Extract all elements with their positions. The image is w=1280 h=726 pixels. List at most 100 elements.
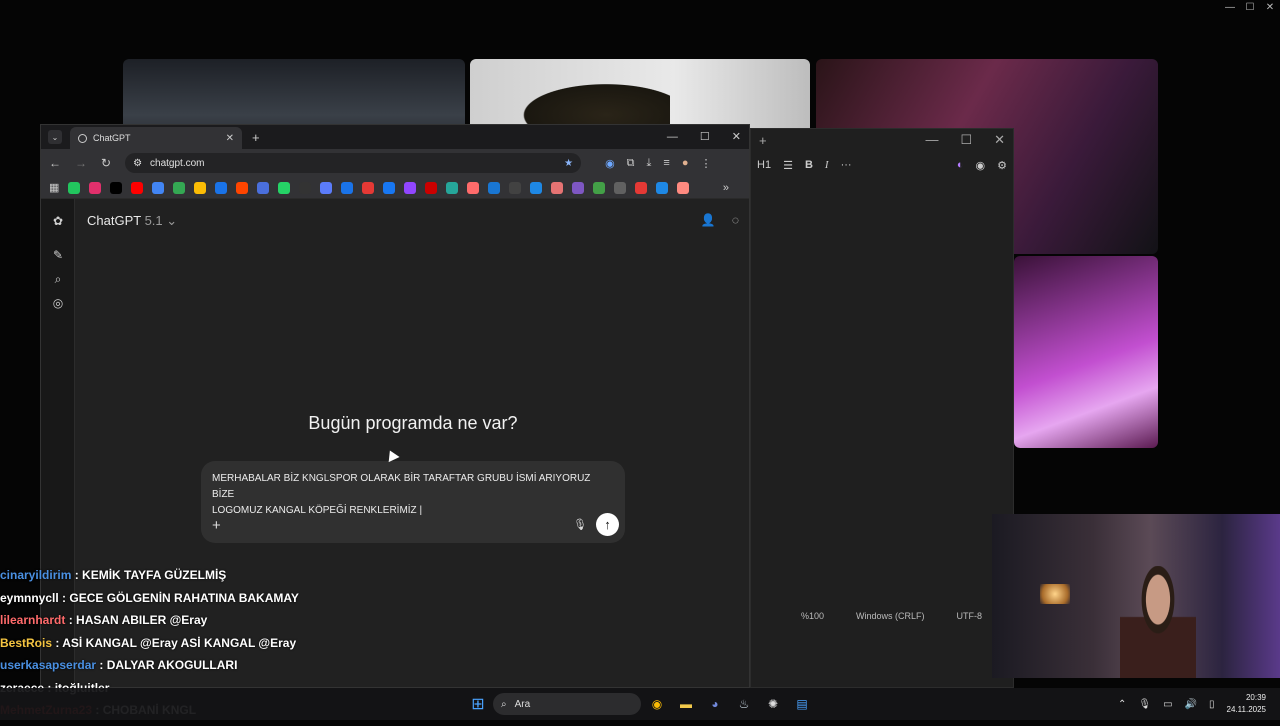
site-info-icon[interactable]: ⚙ <box>133 158 142 169</box>
temporary-chat-icon[interactable]: ◌ <box>732 213 739 227</box>
bookmark-icon[interactable] <box>677 181 690 194</box>
camera-tile-4 <box>1014 256 1158 448</box>
tab-chatgpt[interactable]: ChatGPT ✕ <box>70 127 242 149</box>
bookmark-icon[interactable] <box>656 181 669 194</box>
bookmark-icon[interactable] <box>425 181 438 194</box>
more-button[interactable]: ··· <box>841 159 852 171</box>
bookmark-icon[interactable] <box>383 181 396 194</box>
extensions-area: ◉ ⧉ ⤓ ≡ ● ⋮ <box>605 157 711 170</box>
chat-message: userkasapserdar : DALYAR AKOGULLARI <box>0 658 300 681</box>
bookmark-icon[interactable] <box>635 181 648 194</box>
tab-close-icon[interactable]: ✕ <box>226 133 234 144</box>
discord-icon[interactable]: ◕ <box>704 694 726 714</box>
bookmark-icon[interactable] <box>299 181 312 194</box>
omnibox[interactable]: ⚙ chatgpt.com ★ <box>125 153 582 173</box>
bookmark-icon[interactable] <box>236 181 249 194</box>
profile-avatar[interactable]: ● <box>682 157 689 170</box>
media-icon[interactable]: ≡ <box>663 157 669 170</box>
puzzle-icon[interactable]: ⧉ <box>627 157 635 170</box>
bookmark-icon[interactable] <box>488 181 501 194</box>
bookmark-icon[interactable] <box>404 181 417 194</box>
chat-text: ASİ KANGAL @Eray ASİ KANGAL @Eray <box>62 635 297 650</box>
send-button[interactable]: ↑ <box>596 513 619 536</box>
bookmark-icon[interactable] <box>194 181 207 194</box>
chrome-icon[interactable]: ◉ <box>646 694 668 714</box>
steam-icon[interactable]: ♨ <box>733 694 755 714</box>
openai-logo-icon[interactable]: ✿ <box>50 213 66 229</box>
bookmark-icon[interactable] <box>215 181 228 194</box>
bookmark-icon[interactable] <box>467 181 480 194</box>
bookmark-icon[interactable] <box>593 181 606 194</box>
notepad-minimize-icon[interactable]: — <box>925 132 938 148</box>
download-icon[interactable]: ⤓ <box>647 157 652 170</box>
chevron-up-icon[interactable]: ⌃ <box>1118 699 1126 710</box>
bold-button[interactable]: B <box>805 159 813 171</box>
bookmark-icon[interactable] <box>110 181 123 194</box>
back-icon[interactable]: ← <box>49 156 61 170</box>
volume-icon[interactable]: 🔊 <box>1185 699 1197 710</box>
network-icon[interactable]: ▭ <box>1163 699 1172 710</box>
bookmark-icon[interactable] <box>257 181 270 194</box>
file-explorer-icon[interactable]: ▬ <box>675 694 697 714</box>
bookmark-icon[interactable] <box>89 181 102 194</box>
bookmark-icon[interactable] <box>530 181 543 194</box>
notepad-taskbar-icon[interactable]: ▤ <box>791 694 813 714</box>
clock-date: 24.11.2025 <box>1226 705 1266 714</box>
bookmark-icon[interactable] <box>551 181 564 194</box>
notepad-new-tab-icon[interactable]: + <box>759 133 767 148</box>
bookmark-star-icon[interactable]: ★ <box>564 158 573 169</box>
mic-tray-icon[interactable]: 🎙 <box>1138 699 1151 710</box>
browser-minimize-icon[interactable]: — <box>667 125 678 149</box>
library-icon[interactable]: ◎ <box>50 295 66 311</box>
reload-icon[interactable]: ↻ <box>101 156 111 170</box>
bookmark-icon[interactable] <box>173 181 186 194</box>
new-chat-icon[interactable]: ✎ <box>50 247 66 263</box>
tab-title: ChatGPT <box>93 133 131 143</box>
extension-icon[interactable]: ◉ <box>605 157 615 170</box>
settings-icon[interactable]: ⚙ <box>997 159 1007 172</box>
start-icon[interactable]: ⊞ <box>467 694 489 714</box>
search-icon[interactable]: ⌕ <box>50 271 66 287</box>
minimize-icon[interactable]: — <box>1220 0 1240 16</box>
browser-close-icon[interactable]: ✕ <box>732 125 741 149</box>
clock[interactable]: 20:39 24.11.2025 <box>1227 692 1266 716</box>
maximize-icon[interactable]: ☐ <box>1240 0 1260 16</box>
message-composer[interactable]: MERHABALAR BİZ KNGLSPOR OLARAK BİR TARAF… <box>201 461 625 543</box>
tab-search-icon[interactable]: ⌄ <box>48 130 62 144</box>
notepad-close-icon[interactable]: ✕ <box>994 132 1005 148</box>
bookmark-icon[interactable] <box>572 181 585 194</box>
app-icon[interactable]: ✺ <box>762 694 784 714</box>
notepad-maximize-icon[interactable]: ☐ <box>960 132 972 148</box>
attach-plus-icon[interactable]: + <box>212 517 221 534</box>
forward-icon[interactable]: → <box>75 156 87 170</box>
close-icon[interactable]: ✕ <box>1260 0 1280 16</box>
italic-button[interactable]: I <box>825 159 829 171</box>
model-selector[interactable]: ChatGPT 5.1 ⌄ <box>87 213 177 229</box>
copilot-icon[interactable]: ◐ <box>957 159 964 172</box>
bookmark-icon[interactable] <box>362 181 375 194</box>
bookmark-icon[interactable] <box>278 181 291 194</box>
streamer-webcam <box>992 514 1280 678</box>
account-icon[interactable]: ◉ <box>976 159 986 172</box>
apps-icon[interactable]: ▦ <box>49 181 59 194</box>
chat-separator: : <box>58 590 70 605</box>
bookmarks-overflow-icon[interactable]: » <box>723 182 729 194</box>
heading-dropdown[interactable]: H1 <box>757 159 771 171</box>
new-tab-icon[interactable]: + <box>252 130 260 145</box>
menu-icon[interactable]: ⋮ <box>700 157 711 170</box>
bookmark-icon[interactable] <box>341 181 354 194</box>
list-icon[interactable]: ☰ <box>783 159 793 172</box>
taskbar-search[interactable]: ⌕ Ara <box>493 693 641 715</box>
bookmark-icon[interactable] <box>131 181 144 194</box>
add-people-icon[interactable]: 👤 <box>701 213 716 227</box>
bookmark-icon[interactable] <box>614 181 627 194</box>
battery-icon[interactable]: ▯ <box>1209 699 1215 710</box>
microphone-icon[interactable]: 🎙 <box>573 518 587 531</box>
browser-maximize-icon[interactable]: ☐ <box>700 125 710 149</box>
bookmark-icon[interactable] <box>68 181 81 194</box>
bookmark-icon[interactable] <box>320 181 333 194</box>
bookmark-icon[interactable] <box>152 181 165 194</box>
composer-input[interactable]: MERHABALAR BİZ KNGLSPOR OLARAK BİR TARAF… <box>212 471 612 519</box>
bookmark-icon[interactable] <box>446 181 459 194</box>
bookmark-icon[interactable] <box>509 181 522 194</box>
